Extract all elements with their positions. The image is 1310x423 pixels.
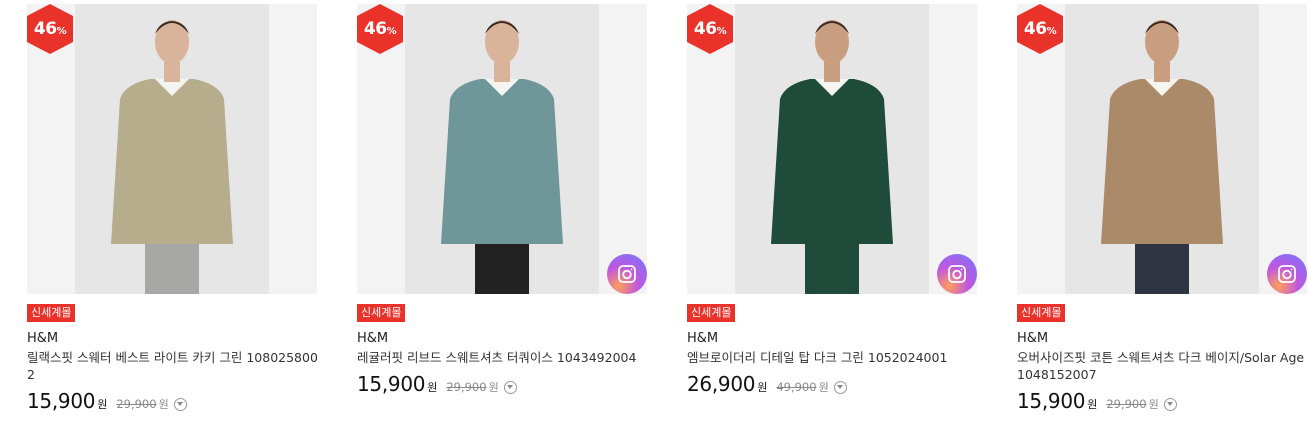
currency-unit: 원 bbox=[757, 381, 768, 394]
sale-price: 15,900 bbox=[357, 372, 426, 396]
price-info-icon[interactable] bbox=[173, 397, 187, 411]
model-photo bbox=[75, 4, 269, 294]
discount-label: 46% bbox=[363, 19, 397, 39]
price-row: 15,900 원 29,900 원 bbox=[1017, 389, 1307, 413]
brand-name[interactable]: H&M bbox=[27, 331, 317, 346]
photo-review-icon[interactable] bbox=[607, 254, 647, 294]
product-image[interactable]: 46% bbox=[1017, 4, 1307, 294]
original-price: 29,900 bbox=[116, 397, 157, 411]
brand-name[interactable]: H&M bbox=[1017, 331, 1307, 346]
product-image[interactable]: 46% bbox=[357, 4, 647, 294]
original-currency-unit: 원 bbox=[488, 381, 499, 394]
discount-badge-icon: 46% bbox=[357, 4, 403, 54]
sale-price: 26,900 bbox=[687, 372, 756, 396]
original-currency-unit: 원 bbox=[1148, 398, 1159, 411]
mall-tag: 신세계몰 bbox=[27, 304, 76, 322]
discount-badge-icon: 46% bbox=[1017, 4, 1063, 54]
currency-unit: 원 bbox=[97, 398, 108, 411]
mall-tag: 신세계몰 bbox=[357, 304, 406, 322]
brand-name[interactable]: H&M bbox=[357, 331, 647, 346]
sale-price: 15,900 bbox=[1017, 389, 1086, 413]
brand-name[interactable]: H&M bbox=[687, 331, 977, 346]
discount-label: 46% bbox=[693, 19, 727, 39]
discount-label: 46% bbox=[1023, 19, 1057, 39]
currency-unit: 원 bbox=[1087, 398, 1098, 411]
product-card[interactable]: 46% 신세계몰 H&M 레귤러핏 리브드 스웨트셔츠 터쿼이스 1043492… bbox=[357, 4, 647, 396]
mall-tag: 신세계몰 bbox=[687, 304, 736, 322]
photo-review-icon[interactable] bbox=[937, 254, 977, 294]
product-grid: 46% 신세계몰 H&M 릴랙스핏 스웨터 베스트 라이트 카키 그린 1080… bbox=[0, 0, 1310, 423]
discount-badge-icon: 46% bbox=[687, 4, 733, 54]
product-image[interactable]: 46% bbox=[27, 4, 317, 294]
product-image[interactable]: 46% bbox=[687, 4, 977, 294]
currency-unit: 원 bbox=[427, 381, 438, 394]
model-photo bbox=[1065, 4, 1259, 294]
price-info-icon[interactable] bbox=[503, 380, 517, 394]
original-price: 29,900 bbox=[1106, 397, 1147, 411]
model-photo bbox=[735, 4, 929, 294]
price-row: 26,900 원 49,900 원 bbox=[687, 372, 977, 396]
price-info-icon[interactable] bbox=[1163, 397, 1177, 411]
product-name[interactable]: 엠브로이더리 디테일 탑 다크 그린 1052024001 bbox=[687, 349, 979, 366]
sale-price: 15,900 bbox=[27, 389, 96, 413]
price-info-icon[interactable] bbox=[833, 380, 847, 394]
price-row: 15,900 원 29,900 원 bbox=[27, 389, 317, 413]
model-photo bbox=[405, 4, 599, 294]
product-name[interactable]: 오버사이즈핏 코튼 스웨트셔츠 다크 베이지/Solar Age 1048152… bbox=[1017, 349, 1309, 383]
product-card[interactable]: 46% 신세계몰 H&M 엠브로이더리 디테일 탑 다크 그린 10520240… bbox=[687, 4, 977, 396]
discount-label: 46% bbox=[33, 19, 67, 39]
product-name[interactable]: 레귤러핏 리브드 스웨트셔츠 터쿼이스 1043492004 bbox=[357, 349, 649, 366]
original-price: 49,900 bbox=[776, 380, 817, 394]
price-row: 15,900 원 29,900 원 bbox=[357, 372, 647, 396]
discount-badge-icon: 46% bbox=[27, 4, 73, 54]
mall-tag: 신세계몰 bbox=[1017, 304, 1066, 322]
original-price: 29,900 bbox=[446, 380, 487, 394]
original-currency-unit: 원 bbox=[818, 381, 829, 394]
original-currency-unit: 원 bbox=[158, 398, 169, 411]
product-card[interactable]: 46% 신세계몰 H&M 릴랙스핏 스웨터 베스트 라이트 카키 그린 1080… bbox=[27, 4, 319, 413]
photo-review-icon[interactable] bbox=[1267, 254, 1307, 294]
product-name[interactable]: 릴랙스핏 스웨터 베스트 라이트 카키 그린 1080258002 bbox=[27, 349, 319, 383]
product-card[interactable]: 46% 신세계몰 H&M 오버사이즈핏 코튼 스웨트셔츠 다크 베이지/Sola… bbox=[1017, 4, 1307, 413]
